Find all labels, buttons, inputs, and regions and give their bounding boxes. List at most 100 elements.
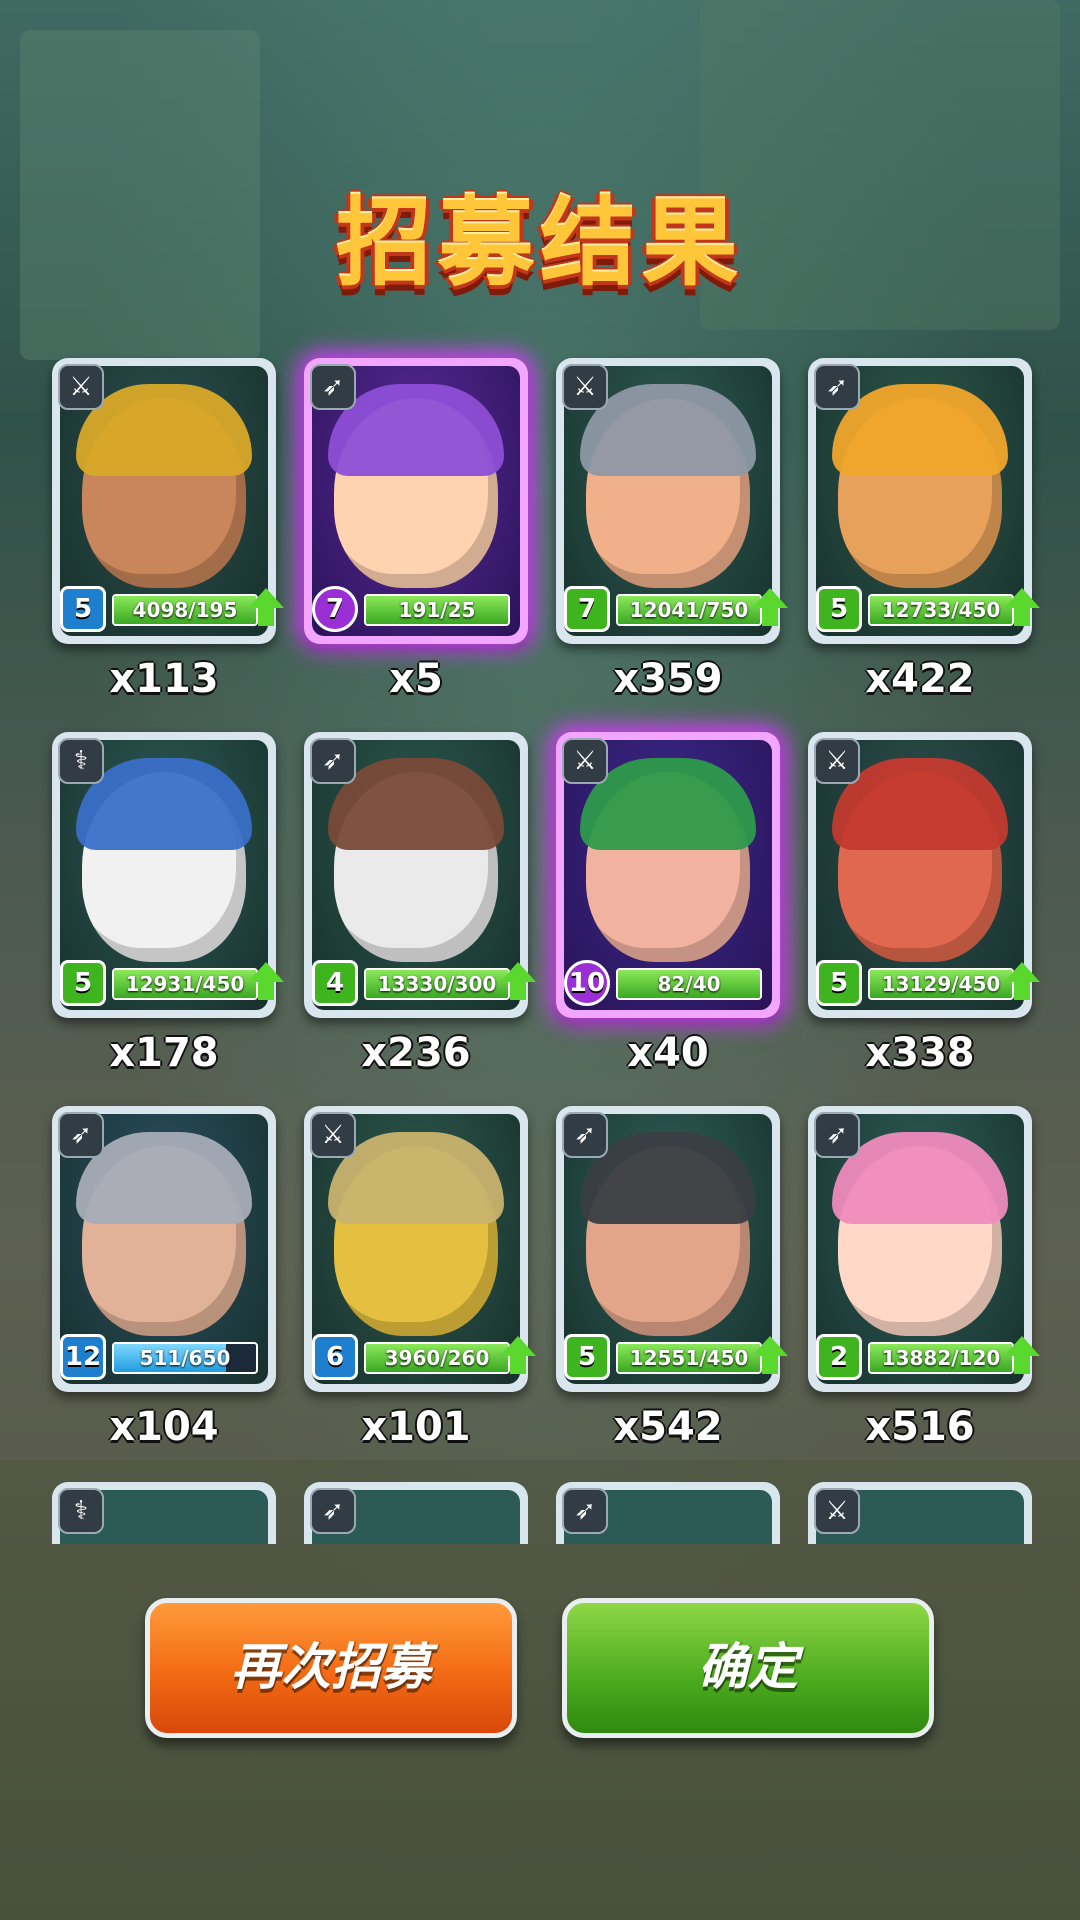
- hero-card-frame: ⚔ 6 3960/260: [304, 1106, 536, 1392]
- hero-level-badge: 10: [564, 960, 610, 1006]
- hero-shard-progress-bar: 12551/450: [616, 1342, 762, 1374]
- sword-icon: ⚔: [310, 1112, 356, 1158]
- upgrade-arrow-stem: [258, 982, 274, 1000]
- hero-recruit-count: x5: [389, 656, 443, 702]
- sword-icon: ⚔: [58, 364, 104, 410]
- hero-level-badge: 5: [60, 960, 106, 1006]
- hero-recruit-count: x516: [865, 1404, 975, 1450]
- hero-shard-progress-text: 3960/260: [384, 1346, 490, 1370]
- hero-shard-progress-bar: 3960/260: [364, 1342, 510, 1374]
- crossbow-icon: ➶: [310, 364, 356, 410]
- hero-shard-progress-bar: 12931/450: [112, 968, 258, 1000]
- recruit-again-button[interactable]: 再次招募: [145, 1598, 517, 1738]
- hero-level-badge: 7: [564, 586, 610, 632]
- hero-card-frame: ⚔ 5 4098/195: [52, 358, 284, 644]
- hero-recruit-count: x359: [613, 656, 723, 702]
- hero-recruit-count: x338: [865, 1030, 975, 1076]
- crossbow-icon: ➶: [310, 1488, 356, 1534]
- hero-shard-progress-text: 12041/750: [629, 598, 749, 622]
- upgrade-arrow-stem: [510, 1356, 526, 1374]
- hero-shard-progress-text: 13330/300: [377, 972, 497, 996]
- hero-shard-progress-text: 12733/450: [881, 598, 1001, 622]
- confirm-button[interactable]: 确定: [562, 1598, 934, 1738]
- crossbow-icon: ➶: [814, 364, 860, 410]
- hero-level-badge: 5: [816, 960, 862, 1006]
- hero-shard-progress-bar: 4098/195: [112, 594, 258, 626]
- hero-shard-progress-bar: 13129/450: [868, 968, 1014, 1000]
- upgrade-arrow-stem: [258, 608, 274, 626]
- hero-recruit-count: x101: [361, 1404, 471, 1450]
- upgrade-arrow-icon: [1004, 962, 1040, 982]
- hero-recruit-count: x40: [627, 1030, 709, 1076]
- staff-icon: ⚕: [58, 1488, 104, 1534]
- hero-shard-progress-bar: 191/25: [364, 594, 510, 626]
- hero-shard-progress-bar: 12041/750: [616, 594, 762, 626]
- upgrade-arrow-icon: [1004, 588, 1040, 608]
- hero-level-badge: 5: [816, 586, 862, 632]
- hero-level-badge: 7: [312, 586, 358, 632]
- upgrade-arrow-stem: [1014, 608, 1030, 626]
- hero-shard-progress-text: 4098/195: [132, 598, 238, 622]
- hero-card-frame: ➶ 5 12551/450: [556, 1106, 788, 1392]
- hero-level-badge: 6: [312, 1334, 358, 1380]
- hero-card-frame: ⚔ 5 13129/450: [808, 732, 1040, 1018]
- page-title: 招募结果: [336, 187, 744, 299]
- crossbow-icon: ➶: [562, 1488, 608, 1534]
- hero-shard-progress-bar: 13330/300: [364, 968, 510, 1000]
- upgrade-arrow-stem: [1014, 1356, 1030, 1374]
- sword-icon: ⚔: [814, 738, 860, 784]
- crossbow-icon: ➶: [58, 1112, 104, 1158]
- hero-shard-progress-bar: 12733/450: [868, 594, 1014, 626]
- hero-recruit-count: x236: [361, 1030, 471, 1076]
- upgrade-arrow-icon: [248, 962, 284, 982]
- hero-card-partial[interactable]: ⚔: [808, 1482, 1032, 1544]
- hero-shard-progress-text: 12931/450: [125, 972, 245, 996]
- sword-icon: ⚔: [814, 1488, 860, 1534]
- hero-shard-progress-bar: 82/40: [616, 968, 762, 1000]
- upgrade-arrow-stem: [762, 1356, 778, 1374]
- hero-shard-progress-text: 13882/120: [881, 1346, 1001, 1370]
- hero-grid-partial-row: ⚕ ➶ ➶ ⚔: [0, 1482, 1080, 1544]
- hero-shard-progress-bar: 511/650: [112, 1342, 258, 1374]
- hero-card-frame: ⚕ 5 12931/450: [52, 732, 284, 1018]
- hero-card-frame: ➶ 4 13330/300: [304, 732, 536, 1018]
- upgrade-arrow-icon: [500, 1336, 536, 1356]
- upgrade-arrow-icon: [752, 1336, 788, 1356]
- hero-shard-progress-text: 511/650: [139, 1346, 231, 1370]
- upgrade-arrow-icon: [752, 588, 788, 608]
- crossbow-icon: ➶: [814, 1112, 860, 1158]
- sword-icon: ⚔: [562, 738, 608, 784]
- hero-level-badge: 5: [60, 586, 106, 632]
- hero-recruit-count: x113: [109, 656, 219, 702]
- upgrade-arrow-icon: [500, 962, 536, 982]
- upgrade-arrow-icon: [248, 588, 284, 608]
- recruit-result-screen: 招募结果 ⚔ 5 4098/195 x113 ➶ 7 191/25 x5 ⚔ 7 12041/750…: [0, 0, 1080, 1920]
- hero-recruit-count: x422: [865, 656, 975, 702]
- upgrade-arrow-stem: [762, 608, 778, 626]
- hero-shard-progress-text: 82/40: [657, 972, 721, 996]
- sword-icon: ⚔: [562, 364, 608, 410]
- hero-shard-progress-text: 191/25: [398, 598, 476, 622]
- hero-card-frame: ⚔ 7 12041/750: [556, 358, 788, 644]
- hero-shard-progress-bar: 13882/120: [868, 1342, 1014, 1374]
- upgrade-arrow-stem: [510, 982, 526, 1000]
- hero-card-partial[interactable]: ⚕: [52, 1482, 276, 1544]
- hero-card-frame: ➶ 12 511/650: [52, 1106, 276, 1392]
- hero-shard-progress-text: 12551/450: [629, 1346, 749, 1370]
- hero-card-frame: ➶ 5 12733/450: [808, 358, 1040, 644]
- hero-level-badge: 4: [312, 960, 358, 1006]
- hero-level-badge: 12: [60, 1334, 106, 1380]
- crossbow-icon: ➶: [310, 738, 356, 784]
- upgrade-arrow-stem: [1014, 982, 1030, 1000]
- hero-card-partial[interactable]: ➶: [556, 1482, 780, 1544]
- hero-recruit-count: x178: [109, 1030, 219, 1076]
- hero-level-badge: 5: [564, 1334, 610, 1380]
- hero-recruit-count: x542: [613, 1404, 723, 1450]
- hero-card-frame: ➶ 7 191/25: [304, 358, 528, 644]
- hero-shard-progress-text: 13129/450: [881, 972, 1001, 996]
- hero-card-partial[interactable]: ➶: [304, 1482, 528, 1544]
- upgrade-arrow-icon: [1004, 1336, 1040, 1356]
- hero-recruit-count: x104: [109, 1404, 219, 1450]
- hero-card-frame: ⚔ 10 82/40: [556, 732, 780, 1018]
- staff-icon: ⚕: [58, 738, 104, 784]
